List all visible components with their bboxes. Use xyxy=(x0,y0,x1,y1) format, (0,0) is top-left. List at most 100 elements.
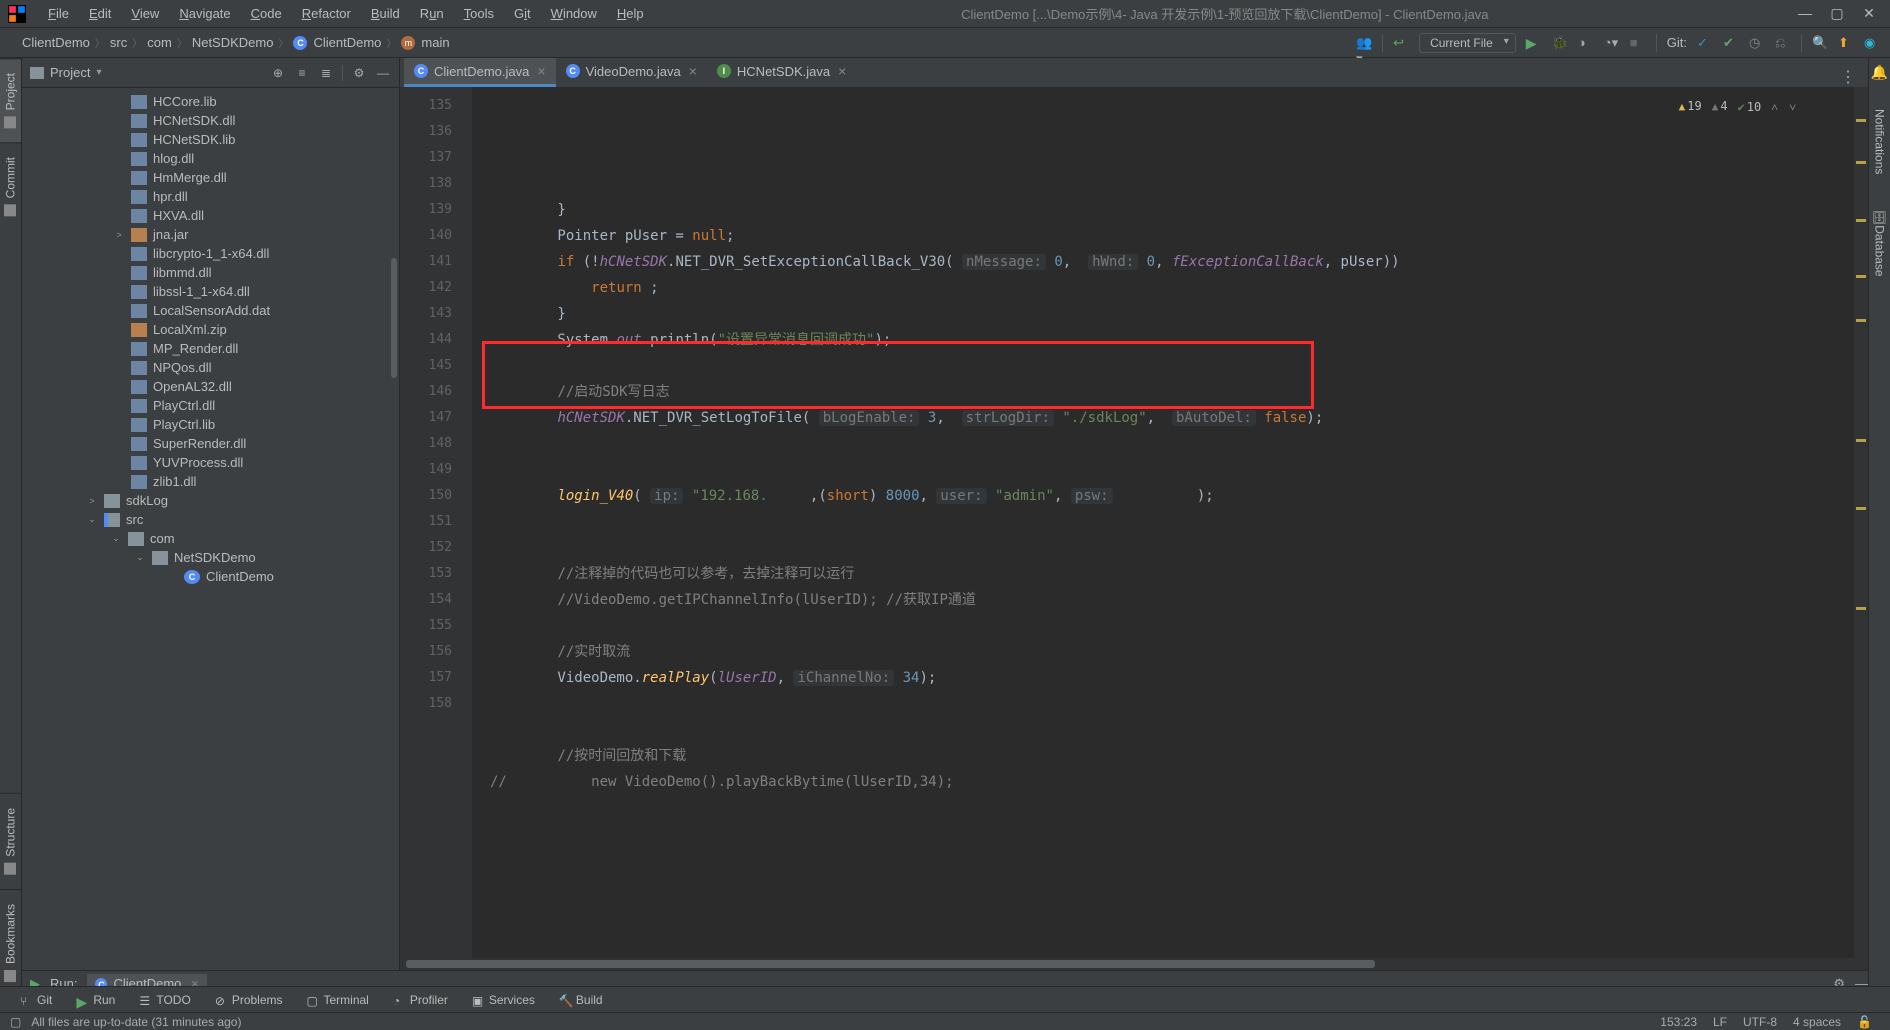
commit-icon[interactable]: ✔ xyxy=(1723,35,1739,51)
users-icon[interactable]: 👥▾ xyxy=(1356,35,1372,51)
project-tree[interactable]: HCCore.libHCNetSDK.dllHCNetSDK.libhlog.d… xyxy=(22,88,399,970)
scrollbar-thumb[interactable] xyxy=(406,960,1375,968)
readonly-lock-icon[interactable]: 🔓 xyxy=(1849,1015,1880,1029)
select-opened-file-button[interactable]: ⊕ xyxy=(270,65,286,81)
tree-item[interactable]: OpenAL32.dll xyxy=(22,377,399,396)
assistant-icon[interactable]: ◉ xyxy=(1864,35,1880,51)
tool-tab-commit[interactable]: Commit xyxy=(0,142,21,230)
tool-tab-bookmarks[interactable]: Bookmarks xyxy=(0,889,21,996)
tree-item[interactable]: hlog.dll xyxy=(22,149,399,168)
menu-build[interactable]: Build xyxy=(363,4,408,23)
tree-item[interactable]: libcrypto-1_1-x64.dll xyxy=(22,244,399,263)
tree-item[interactable]: ⌄NetSDKDemo xyxy=(22,548,399,567)
tree-item[interactable]: libssl-1_1-x64.dll xyxy=(22,282,399,301)
warnings-count[interactable]: 19 xyxy=(1679,93,1702,120)
chevron-down-icon[interactable]: ▾ xyxy=(96,67,101,78)
tool-tab-services[interactable]: ▣Services xyxy=(462,990,545,1010)
menu-navigate[interactable]: Navigate xyxy=(171,4,238,23)
tool-tab-build[interactable]: 🔨Build xyxy=(549,990,613,1010)
ide-settings-icon[interactable]: ⬆ xyxy=(1838,35,1854,51)
collapse-all-button[interactable]: ≣ xyxy=(318,65,334,81)
update-project-icon[interactable]: ✓ xyxy=(1697,35,1713,51)
tree-item[interactable]: HXVA.dll xyxy=(22,206,399,225)
settings-gear-icon[interactable]: ⚙ xyxy=(351,65,367,81)
status-bar-toggle-icon[interactable]: ▢ xyxy=(10,1015,21,1029)
editor-tab-hcnetsdk[interactable]: HCNetSDK.java xyxy=(707,58,856,87)
tree-item[interactable]: PlayCtrl.dll xyxy=(22,396,399,415)
tree-item[interactable]: LocalXml.zip xyxy=(22,320,399,339)
close-icon[interactable] xyxy=(836,63,846,79)
search-everywhere-button[interactable] xyxy=(1812,35,1828,51)
rollback-icon[interactable]: ⎌ xyxy=(1775,35,1791,51)
menu-view[interactable]: View xyxy=(123,4,167,23)
tree-item[interactable]: HmMerge.dll xyxy=(22,168,399,187)
tree-item[interactable]: HCCore.lib xyxy=(22,92,399,111)
window-close-button[interactable]: ✕ xyxy=(1862,5,1876,22)
crumb-pkg[interactable]: NetSDKDemo xyxy=(192,35,274,50)
tree-item[interactable]: HCNetSDK.dll xyxy=(22,111,399,130)
tree-item[interactable]: libmmd.dll xyxy=(22,263,399,282)
tree-item[interactable]: NPQos.dll xyxy=(22,358,399,377)
back-arrow-icon[interactable]: ↩ xyxy=(1393,35,1409,51)
debug-button[interactable] xyxy=(1552,35,1568,51)
menu-help[interactable]: Help xyxy=(609,4,652,23)
tree-arrow-icon[interactable]: > xyxy=(113,230,125,240)
inspection-nav[interactable]: ˄ ˅ xyxy=(1771,94,1798,120)
menu-tools[interactable]: Tools xyxy=(456,4,502,23)
tree-item[interactable]: MP_Render.dll xyxy=(22,339,399,358)
tree-item[interactable]: HCNetSDK.lib xyxy=(22,130,399,149)
crumb-method[interactable]: main xyxy=(421,35,449,50)
tree-item[interactable]: LocalSensorAdd.dat xyxy=(22,301,399,320)
file-encoding[interactable]: UTF-8 xyxy=(1735,1015,1785,1029)
crumb-com[interactable]: com xyxy=(147,35,172,50)
more-tabs-button[interactable]: ⋮ xyxy=(1828,67,1868,87)
menu-window[interactable]: Window xyxy=(543,4,605,23)
run-config-selector[interactable]: Current File xyxy=(1419,33,1516,53)
bell-icon[interactable]: 🔔 xyxy=(1871,64,1888,81)
tree-item[interactable]: ⌄com xyxy=(22,529,399,548)
line-separator[interactable]: LF xyxy=(1705,1015,1735,1029)
tree-item[interactable]: YUVProcess.dll xyxy=(22,453,399,472)
profiler-button[interactable]: ◔▾ xyxy=(1604,35,1620,51)
close-icon[interactable] xyxy=(535,63,545,79)
code-editor[interactable]: 19 4 10 ˄ ˅ } Pointer pUser = null; if (… xyxy=(472,87,1854,958)
run-button[interactable] xyxy=(1526,35,1542,51)
tool-tab-git[interactable]: ⑂Git xyxy=(10,990,62,1010)
editor-tab-videodemo[interactable]: VideoDemo.java xyxy=(556,58,707,87)
menu-refactor[interactable]: Refactor xyxy=(294,4,359,23)
tool-tab-project[interactable]: Project xyxy=(0,58,21,142)
menu-code[interactable]: Code xyxy=(243,4,290,23)
tree-arrow-icon[interactable]: > xyxy=(86,496,98,506)
tool-tab-run[interactable]: Run xyxy=(66,990,125,1010)
caret-position[interactable]: 153:23 xyxy=(1652,1015,1705,1029)
scrollbar-thumb[interactable] xyxy=(391,258,397,378)
tree-arrow-icon[interactable]: ⌄ xyxy=(86,514,98,525)
typos-count[interactable]: 10 xyxy=(1738,94,1762,120)
tool-tab-profiler[interactable]: ◔Profiler xyxy=(383,990,458,1010)
menu-git[interactable]: Git xyxy=(506,4,539,23)
window-minimize-button[interactable]: — xyxy=(1798,5,1812,22)
tree-item[interactable]: ⌄src xyxy=(22,510,399,529)
tool-tab-structure[interactable]: Structure xyxy=(0,793,21,889)
close-icon[interactable] xyxy=(687,63,697,79)
history-icon[interactable]: ◷ xyxy=(1749,35,1765,51)
tree-item[interactable]: hpr.dll xyxy=(22,187,399,206)
horizontal-scrollbar[interactable] xyxy=(400,958,1868,970)
editor-tab-clientdemo[interactable]: ClientDemo.java xyxy=(404,58,556,87)
error-stripe[interactable] xyxy=(1854,87,1868,958)
indent-setting[interactable]: 4 spaces xyxy=(1785,1015,1849,1029)
crumb-src[interactable]: src xyxy=(110,35,127,50)
tree-item[interactable]: ClientDemo xyxy=(22,567,399,586)
tree-item[interactable]: >jna.jar xyxy=(22,225,399,244)
coverage-button[interactable]: ◑ xyxy=(1578,35,1594,51)
menu-file[interactable]: File xyxy=(40,4,77,23)
expand-all-button[interactable]: ≡ xyxy=(294,65,310,81)
menu-edit[interactable]: Edit xyxy=(81,4,119,23)
tool-tab-problems[interactable]: ⊘Problems xyxy=(205,990,293,1010)
tool-tab-todo[interactable]: ☰TODO xyxy=(129,990,200,1010)
tool-tab-database[interactable]: 🗄Database xyxy=(1870,202,1890,285)
crumb-class[interactable]: ClientDemo xyxy=(313,35,381,50)
weak-warnings-count[interactable]: 4 xyxy=(1712,93,1728,120)
crumb-project[interactable]: ClientDemo xyxy=(22,35,90,50)
tree-arrow-icon[interactable]: ⌄ xyxy=(134,552,146,563)
